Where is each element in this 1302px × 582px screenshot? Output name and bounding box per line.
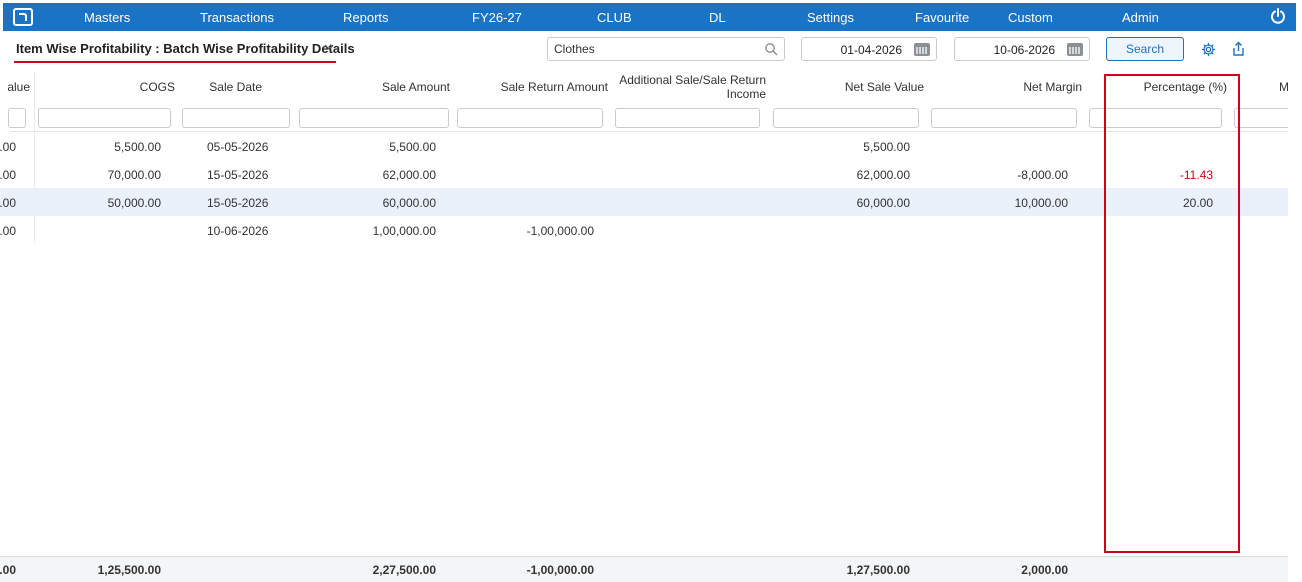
total-sale-amount: 2,27,500.00 (372, 563, 436, 577)
from-date-value: 01-04-2026 (840, 43, 902, 57)
gear-icon[interactable] (1201, 42, 1216, 57)
col-header-net-sale-value[interactable]: Net Sale Value (845, 80, 924, 94)
col-header-sale-amount[interactable]: Sale Amount (382, 80, 450, 94)
nav-masters[interactable]: Masters (84, 10, 130, 25)
top-nav-bar: Masters Transactions Reports FY26-27 CLU… (3, 3, 1296, 31)
table-row[interactable]: ).00 10-06-2026 1,00,000.00 -1,00,000.00 (0, 216, 1288, 244)
cell-sale-date: 10-06-2026 (207, 224, 269, 238)
filter-input-net-margin[interactable] (931, 108, 1077, 128)
col-header-cogs[interactable]: COGS (140, 80, 175, 94)
cell-sale-amount: 60,000.00 (382, 196, 436, 210)
cell-sale-date: 05-05-2026 (207, 140, 269, 154)
total-sale-return-amount: -1,00,000.00 (526, 563, 594, 577)
share-icon[interactable] (1231, 41, 1246, 57)
filter-input-cogs[interactable] (38, 108, 171, 128)
cell-value: ).00 (0, 196, 16, 210)
cell-net-sale-value: 5,500.00 (863, 140, 910, 154)
to-date-value: 10-06-2026 (993, 43, 1055, 57)
cell-sale-return-amount: -1,00,000.00 (526, 224, 594, 238)
nav-transactions[interactable]: Transactions (200, 10, 274, 25)
col-header-sale-date[interactable]: Sale Date (209, 80, 262, 94)
col-header-additional-line2: Income (726, 87, 766, 101)
table-row[interactable]: ).00 50,000.00 15-05-2026 60,000.00 60,0… (0, 188, 1288, 216)
title-underline-annotation (14, 61, 336, 63)
total-cogs: 1,25,500.00 (97, 563, 161, 577)
nav-favourite[interactable]: Favourite (915, 10, 969, 25)
table-row[interactable]: ).00 5,500.00 05-05-2026 5,500.00 5,500.… (0, 132, 1288, 160)
col-header-additional-income[interactable]: Additional Sale/Sale Return Income (619, 73, 766, 101)
totals-footer: ).00 1,25,500.00 2,27,500.00 -1,00,000.0… (0, 556, 1288, 582)
cell-value: ).00 (0, 224, 16, 238)
filter-input-additional-income[interactable] (615, 108, 760, 128)
cell-value: ).00 (0, 168, 16, 182)
search-input[interactable] (547, 37, 785, 61)
filter-input-sale-return-amount[interactable] (457, 108, 603, 128)
from-date-field[interactable]: 01-04-2026 (801, 37, 937, 61)
nav-reports[interactable]: Reports (343, 10, 389, 25)
filter-input-sale-amount[interactable] (299, 108, 449, 128)
col-header-value[interactable]: alue (7, 80, 30, 94)
nav-settings[interactable]: Settings (807, 10, 854, 25)
cell-value: ).00 (0, 140, 16, 154)
nav-club[interactable]: CLUB (597, 10, 632, 25)
filter-input-net-sale-value[interactable] (773, 108, 919, 128)
cell-sale-date: 15-05-2026 (207, 168, 269, 182)
to-date-field[interactable]: 10-06-2026 (954, 37, 1090, 61)
power-icon[interactable] (1270, 8, 1286, 24)
nav-fy26-27[interactable]: FY26-27 (472, 10, 522, 25)
cell-sale-amount: 62,000.00 (382, 168, 436, 182)
chevron-down-icon[interactable] (324, 42, 334, 52)
nav-admin[interactable]: Admin (1122, 10, 1159, 25)
cell-net-margin: -8,000.00 (1017, 168, 1068, 182)
app-logo-icon[interactable] (13, 8, 33, 26)
total-net-sale-value: 1,27,500.00 (846, 563, 910, 577)
col-header-sale-return-amount[interactable]: Sale Return Amount (501, 80, 608, 94)
calendar-icon[interactable] (1067, 43, 1083, 56)
cell-sale-amount: 5,500.00 (389, 140, 436, 154)
calendar-icon[interactable] (914, 43, 930, 56)
cell-net-margin: 10,000.00 (1014, 196, 1068, 210)
total-value: ).00 (0, 563, 16, 577)
cell-sale-amount: 1,00,000.00 (372, 224, 436, 238)
col-header-next[interactable]: M (1279, 80, 1289, 94)
percentage-column-highlight (1104, 74, 1240, 553)
filter-input-sale-date[interactable] (182, 108, 290, 128)
table-row[interactable]: ).00 70,000.00 15-05-2026 62,000.00 62,0… (0, 160, 1288, 188)
cell-net-sale-value: 62,000.00 (856, 168, 910, 182)
search-button[interactable]: Search (1106, 37, 1184, 61)
cell-cogs: 70,000.00 (107, 168, 161, 182)
total-net-margin: 2,000.00 (1021, 563, 1068, 577)
cell-cogs: 5,500.00 (114, 140, 161, 154)
cell-net-sale-value: 60,000.00 (856, 196, 910, 210)
col-header-additional-line1: Additional Sale/Sale Return (619, 73, 766, 87)
filter-input-next[interactable] (1234, 108, 1288, 128)
cell-cogs: 50,000.00 (107, 196, 161, 210)
nav-custom[interactable]: Custom (1008, 10, 1053, 25)
search-icon[interactable] (764, 42, 778, 56)
filter-input-value[interactable] (8, 108, 26, 128)
col-header-net-margin[interactable]: Net Margin (1023, 80, 1082, 94)
report-title-dropdown[interactable]: Item Wise Profitability : Batch Wise Pro… (16, 41, 355, 56)
cell-sale-date: 15-05-2026 (207, 196, 269, 210)
nav-dl[interactable]: DL (709, 10, 726, 25)
